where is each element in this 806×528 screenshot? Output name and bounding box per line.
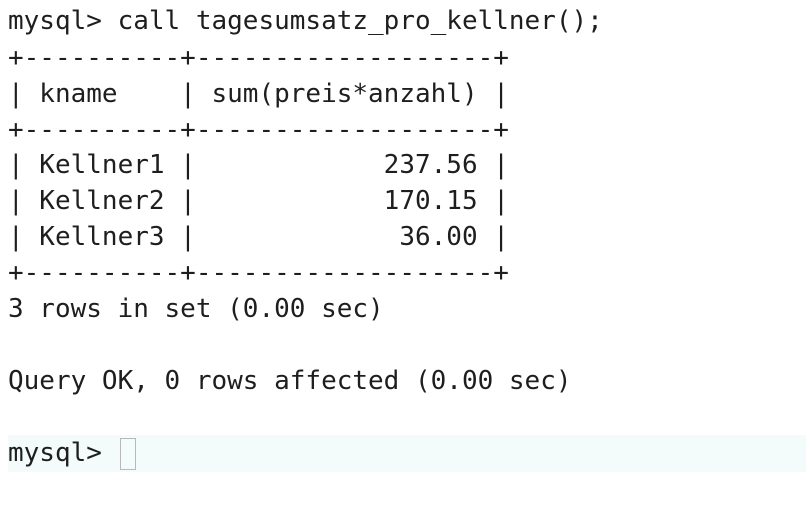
text-cursor[interactable]	[120, 438, 136, 470]
command-line: mysql> call tagesumsatz_pro_kellner();	[8, 6, 603, 36]
table-border-mid: +----------+-------------------+	[8, 115, 509, 145]
table-row: | Kellner3 | 36.00 |	[8, 222, 509, 252]
terminal-window[interactable]: mysql> call tagesumsatz_pro_kellner(); +…	[0, 0, 806, 528]
table-border-top: +----------+-------------------+	[8, 43, 509, 73]
table-row: | Kellner2 | 170.15 |	[8, 186, 509, 216]
prompt-label: mysql>	[8, 438, 102, 468]
active-prompt-line[interactable]: mysql>	[8, 435, 806, 472]
result-summary: 3 rows in set (0.00 sec)	[8, 294, 384, 324]
table-border-bottom: +----------+-------------------+	[8, 258, 509, 288]
table-row: | Kellner1 | 237.56 |	[8, 150, 509, 180]
query-status: Query OK, 0 rows affected (0.00 sec)	[8, 366, 572, 396]
table-header-row: | kname | sum(preis*anzahl) |	[8, 79, 509, 109]
